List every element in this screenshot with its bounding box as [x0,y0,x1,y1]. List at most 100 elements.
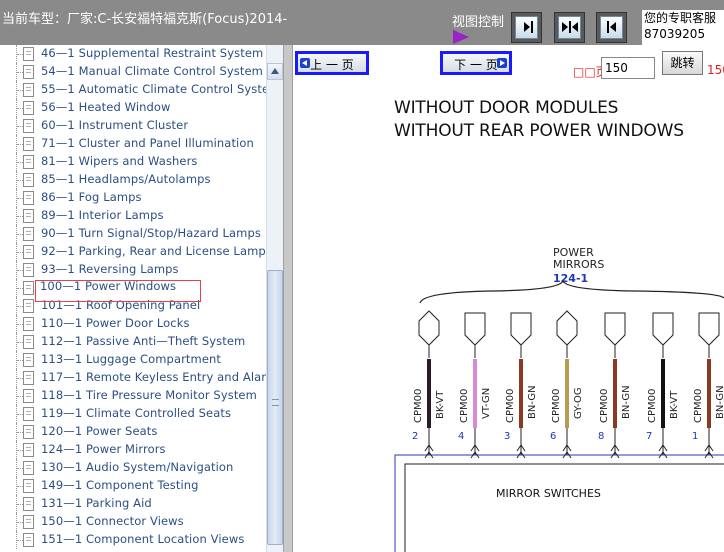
document-icon [23,515,34,529]
document-icon [23,335,34,349]
connector-pin-icon [510,312,532,346]
tree-item-label: 112—1 Passive Anti—Theft System [41,334,246,348]
document-icon [23,155,34,169]
tree-item-label: 117—1 Remote Keyless Entry and Aları [41,370,270,384]
tree-item-label: 54—1 Manual Climate Control System [41,64,263,78]
tree-item[interactable]: 54—1 Manual Climate Control System [0,63,266,81]
tree-item-label: 71—1 Cluster and Panel Illumination [41,136,254,150]
pin-number: 4 [458,431,465,442]
tree-item[interactable]: 118—1 Tire Pressure Monitor System [0,387,266,405]
view-split-button[interactable] [554,12,585,43]
document-icon [23,353,34,367]
tree-item[interactable]: 110—1 Power Door Locks [0,315,266,333]
tree-item[interactable]: 151—1 Component Location Views [0,531,266,549]
tree-item-label: 92—1 Parking, Rear and License Lamps [41,244,272,258]
page-number-input[interactable] [601,57,655,79]
document-icon [23,407,34,421]
tree-item[interactable]: 86—1 Fog Lamps [0,189,266,207]
tree-item[interactable]: 113—1 Luggage Compartment [0,351,266,369]
tree-item[interactable]: 149—1 Component Testing [0,477,266,495]
document-icon [23,227,34,241]
tree-item-label: 124—1 Power Mirrors [41,442,166,456]
tree-item-label: 90—1 Turn Signal/Stop/Hazard Lamps [41,226,261,240]
header-bar: 当前车型：厂家:C-长安福特福克斯(Focus)2014- 视图控制 您的专职客… [0,0,724,45]
document-icon [23,533,34,547]
tree-item-label: 46—1 Supplemental Restraint System [41,46,264,60]
next-page-button[interactable]: 下 一 页 [440,51,512,75]
tree-item[interactable]: 117—1 Remote Keyless Entry and Aları [0,369,270,387]
pin-number: 2 [412,431,419,442]
split-view-icon [562,21,578,33]
tree-item[interactable]: 131—1 Parking Aid [0,495,266,513]
collapse-left-icon [607,21,616,33]
wire-circuit-label: CPM00 [693,388,704,423]
tree-item-label: 60—1 Instrument Cluster [41,118,189,132]
tree-item[interactable]: 124—1 Power Mirrors [0,441,266,459]
mirror-switch-outer-box [394,454,724,552]
tree-item-label: 131—1 Parking Aid [41,496,152,510]
tree-item-label: 89—1 Interior Lamps [41,208,164,222]
document-icon [23,281,34,295]
tree-item-label: 86—1 Fog Lamps [41,190,142,204]
mirror-switch-inner-box [404,463,724,552]
connector-pin-icon [698,312,720,346]
tree-item[interactable]: 130—1 Audio System/Navigation [0,459,266,477]
tree-item[interactable]: 56—1 Heated Window [0,99,266,117]
tree-item[interactable]: 55—1 Automatic Climate Control Syste [0,81,269,99]
connector-pin-icon [604,312,626,346]
tree-item[interactable]: 119—1 Climate Controlled Seats [0,405,266,423]
wire-color-label: BN-GN [621,385,632,419]
connector-brace [419,279,724,304]
scroll-up-arrow-icon[interactable] [267,63,283,80]
tree-item[interactable]: 93—1 Reversing Lamps [0,261,266,279]
wiring-diagram-tree: 46—1 Supplemental Restraint System 54—1 M… [0,45,283,552]
document-icon [23,461,34,475]
tree-item-label: 119—1 Climate Controlled Seats [41,406,232,420]
wire-color-label: BK-VT [435,390,446,419]
wire-circuit-label: CPM00 [647,388,658,423]
panel-splitter[interactable] [283,45,293,552]
jump-button[interactable]: 跳转 [662,51,703,75]
tree-item[interactable]: 150—1 Connector Views [0,513,266,531]
document-icon [23,425,34,439]
contact-text: 您的专职客服 87039205 [644,11,717,41]
wire-color-label: BN-GN [715,385,724,419]
view-right-panel-button[interactable] [596,12,627,43]
tree-item[interactable]: 85—1 Headlamps/Autolamps [0,171,266,189]
tree-item[interactable]: 90—1 Turn Signal/Stop/Hazard Lamps [0,225,266,243]
document-icon [23,191,34,205]
tree-item-label: 56—1 Heated Window [41,100,171,114]
pin-number: 1 [692,431,699,442]
tree-item[interactable]: 92—1 Parking, Rear and License Lamps [0,243,272,261]
tree-item[interactable]: 60—1 Instrument Cluster [0,117,266,135]
tree-item[interactable]: 89—1 Interior Lamps [0,207,266,225]
tree-item[interactable]: 81—1 Wipers and Washers [0,153,266,171]
page-navigation-bar: 上 一 页 下 一 页 □□页 跳转 150 [293,45,724,83]
document-icon [23,137,34,151]
connector-pin-icon [418,310,440,346]
mirror-switches-label: MIRROR SWITCHES [496,487,601,500]
document-icon [23,101,34,115]
connector-pin-icon [464,312,486,346]
document-icon [23,497,34,511]
wire-color-label: GY-OG [573,387,584,419]
pin-number: 3 [504,431,511,442]
previous-page-button[interactable]: 上 一 页 [295,51,369,75]
document-icon [23,209,34,223]
pin-number: 7 [646,431,653,442]
tree-item[interactable]: 71—1 Cluster and Panel Illumination [0,135,266,153]
tree-item[interactable]: 120—1 Power Seats [0,423,266,441]
tree-item-label: 151—1 Component Location Views [41,532,245,546]
connector-pin-icon [556,310,578,346]
view-left-panel-button[interactable] [511,12,542,43]
tree-item-label: 149—1 Component Testing [41,478,199,492]
document-icon [23,65,34,79]
pin-number: 8 [598,431,605,442]
tree-item[interactable]: 112—1 Passive Anti—Theft System [0,333,266,351]
next-arrow-icon [497,58,507,68]
customer-service-contact: 您的专职客服 87039205 [642,10,724,45]
tree-item[interactable]: 46—1 Supplemental Restraint System [0,45,266,63]
scroll-thumb[interactable] [267,270,283,545]
tree-scrollbar[interactable] [266,45,283,552]
document-icon [23,443,34,457]
